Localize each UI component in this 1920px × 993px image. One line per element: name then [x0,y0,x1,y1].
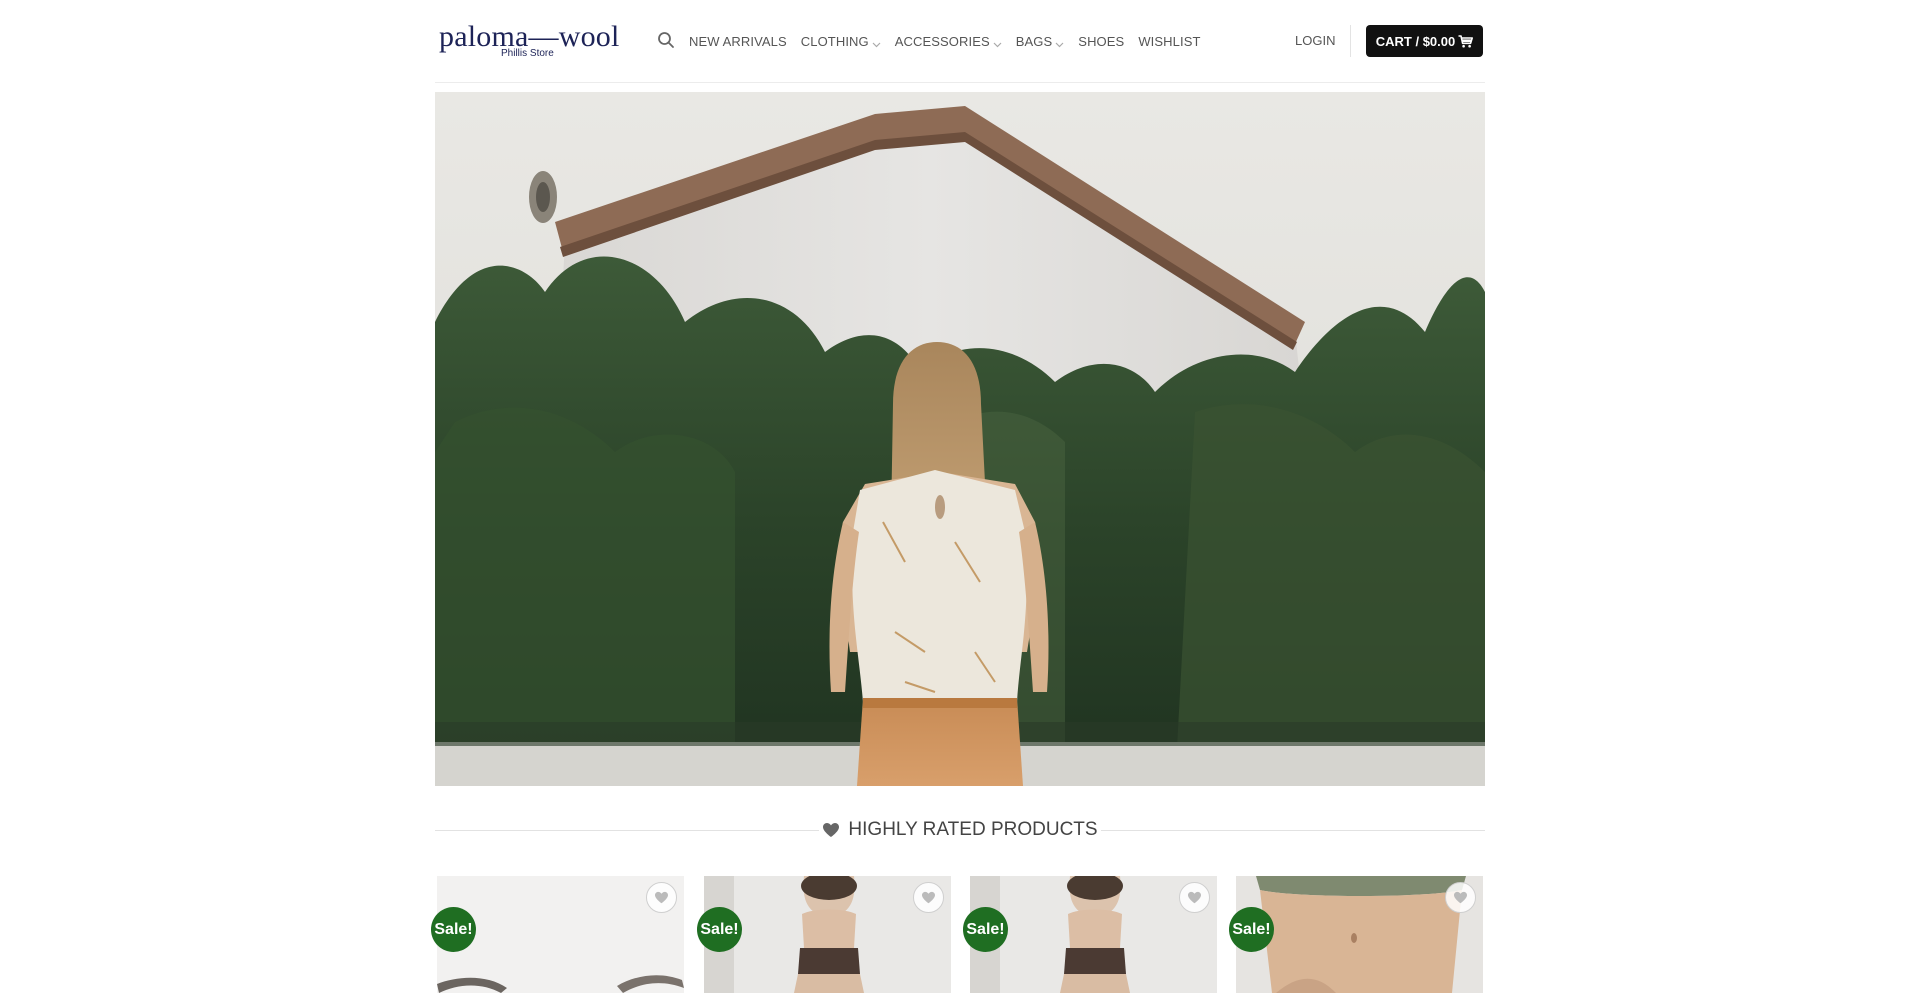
section-rule-left [435,830,819,831]
nav-item-bags[interactable]: BAGS [1016,34,1065,49]
site-header: paloma—wool Phillis Store NEW ARRIVALS C… [435,0,1485,83]
heart-icon [922,891,935,904]
nav-item-wishlist[interactable]: WISHLIST [1138,34,1200,49]
product-grid: Sale! Sale! Sale! Sale! [0,876,1920,993]
search-icon[interactable] [657,31,675,49]
nav-item-label: ACCESSORIES [894,33,990,49]
heart-icon [1188,891,1201,904]
nav-item-new-arrivals[interactable]: NEW ARRIVALS [689,34,787,49]
wishlist-button[interactable] [913,882,944,913]
nav-item-label: CLOTHING [800,33,869,49]
nav-item-label: WISHLIST [1138,33,1201,49]
section-title: HIGHLY RATED PRODUCTS [848,819,1098,840]
main-nav: NEW ARRIVALS CLOTHING ACCESSORIES BAGS S… [689,30,1215,52]
sale-badge: Sale! [1229,907,1274,952]
logo-subtitle: Phillis Store [501,48,554,59]
cart-button[interactable]: CART / $0.00 [1366,25,1483,57]
wishlist-button[interactable] [646,882,677,913]
cart-icon [1458,34,1474,47]
section-heading-inner: HIGHLY RATED PRODUCTS [810,819,1110,841]
nav-item-clothing[interactable]: CLOTHING [801,34,881,49]
wishlist-button[interactable] [1179,882,1210,913]
login-link[interactable]: LOGIN [1295,33,1335,48]
section-rule-right [1101,830,1485,831]
site-logo[interactable]: paloma—wool Phillis Store [439,20,629,62]
sale-badge: Sale! [697,907,742,952]
chevron-down-icon [872,37,881,47]
wishlist-button[interactable] [1445,882,1476,913]
nav-item-accessories[interactable]: ACCESSORIES [895,34,1002,49]
hero-image [435,92,1485,786]
nav-item-label: BAGS [1015,33,1053,49]
chevron-down-icon [993,37,1002,47]
chevron-down-icon [1055,37,1064,47]
nav-item-label: NEW ARRIVALS [689,33,787,49]
heart-icon [823,823,840,837]
hero-banner[interactable] [435,92,1485,786]
sale-badge: Sale! [431,907,476,952]
nav-item-label: SHOES [1078,33,1125,49]
header-divider [1350,25,1351,57]
cart-label: CART / $0.00 [1375,33,1456,49]
nav-item-shoes[interactable]: SHOES [1078,34,1124,49]
heart-icon [655,891,668,904]
sale-badge: Sale! [963,907,1008,952]
heart-icon [1454,891,1467,904]
section-heading: HIGHLY RATED PRODUCTS [435,815,1485,845]
